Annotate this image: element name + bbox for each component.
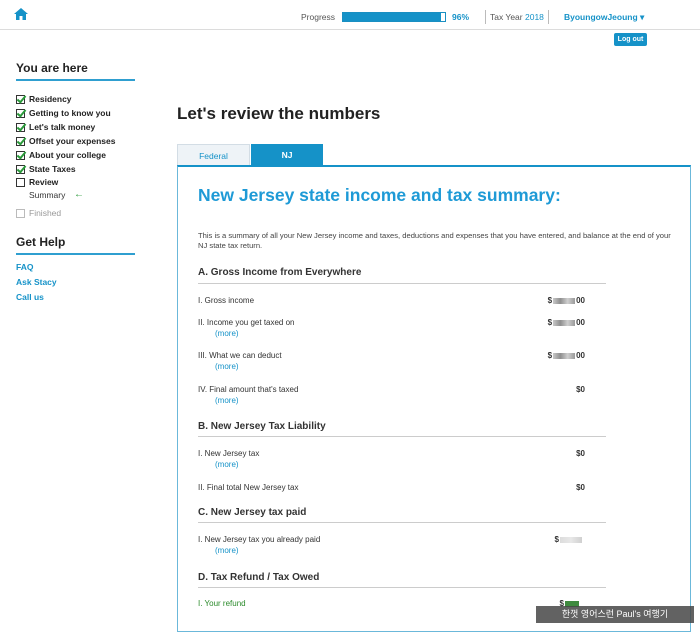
more-link[interactable]: (more) <box>215 546 239 555</box>
redacted-value <box>553 297 576 304</box>
amount-suffix: 00 <box>576 296 585 305</box>
arrow-left-icon: ← <box>74 189 84 200</box>
currency-symbol: $ <box>547 351 553 360</box>
step-label: Let's talk money <box>29 122 96 132</box>
panel-title: New Jersey state income and tax summary: <box>198 185 561 205</box>
more-link[interactable]: (more) <box>215 329 239 338</box>
tax-year-label: Tax Year <box>490 12 523 22</box>
redacted-value <box>553 319 576 326</box>
amount-suffix: 00 <box>576 318 585 327</box>
amount-suffix: 00 <box>576 351 585 360</box>
step-label: About your college <box>29 150 106 160</box>
step-checkbox <box>16 164 25 174</box>
step-label: Offset your expenses <box>29 136 116 146</box>
sidebar-step-item[interactable]: Offset your expenses <box>16 135 115 147</box>
section-heading: A. Gross Income from Everywhere <box>198 267 362 278</box>
summary-line-amount: $0 <box>576 385 585 394</box>
get-help-heading: Get Help <box>16 235 66 249</box>
sidebar-step-item[interactable]: About your college <box>16 149 106 161</box>
currency-symbol: $ <box>547 318 553 327</box>
section-heading: C. New Jersey tax paid <box>198 507 307 518</box>
current-step-summary: Summary <box>29 190 66 200</box>
step-label: Residency <box>29 94 72 104</box>
summary-line-label: I. New Jersey tax you already paid <box>198 535 321 544</box>
step-checkbox <box>16 94 25 104</box>
summary-line-label: II. Income you get taxed on <box>198 318 295 327</box>
top-bar: Progress 96% Tax Year 2018 ByoungowJeoun… <box>0 0 700 30</box>
progress-percent: 96% <box>452 12 470 22</box>
redacted-value <box>560 536 582 543</box>
tab-federal[interactable]: Federal <box>177 144 250 166</box>
sidebar-step-item[interactable]: Getting to know you <box>16 107 111 119</box>
step-label: Finished <box>29 208 62 218</box>
section-heading: B. New Jersey Tax Liability <box>198 421 326 432</box>
summary-panel: New Jersey state income and tax summary:… <box>177 165 691 632</box>
tax-year-value: 2018 <box>525 12 544 22</box>
summary-line-label: I. Gross income <box>198 296 255 305</box>
divider <box>485 10 486 24</box>
sidebar-step-item[interactable]: Let's talk money <box>16 121 95 133</box>
progress-bar-fill <box>343 13 441 21</box>
logout-button[interactable]: Log out <box>614 33 647 46</box>
currency-symbol: $ <box>554 535 559 544</box>
summary-line-amount: $0 <box>576 483 585 492</box>
step-label: Review <box>29 177 59 187</box>
divider <box>198 283 606 284</box>
summary-line-amount: $00 <box>548 351 585 360</box>
help-link-faq[interactable]: FAQ <box>16 262 33 272</box>
divider <box>198 522 606 523</box>
summary-line-label: II. Final total New Jersey tax <box>198 483 299 492</box>
sidebar-step-item[interactable]: Residency <box>16 93 72 105</box>
divider <box>548 10 549 24</box>
sidebar-step-item[interactable]: Finished <box>16 207 61 219</box>
home-icon[interactable] <box>13 7 29 21</box>
user-menu[interactable]: ByoungowJeoung ▾ <box>564 12 644 23</box>
divider <box>16 253 135 255</box>
more-link[interactable]: (more) <box>215 460 239 469</box>
summary-line-label: I. Your refund <box>198 599 246 608</box>
progress-label: Progress <box>301 12 336 22</box>
progress-bar <box>342 12 446 22</box>
summary-line-amount: $ <box>555 535 583 544</box>
redacted-value <box>553 352 576 359</box>
summary-line-label: I. New Jersey tax <box>198 449 260 458</box>
section-heading: D. Tax Refund / Tax Owed <box>198 572 320 583</box>
help-link-call-us[interactable]: Call us <box>16 292 44 302</box>
sidebar-step-item[interactable]: Review <box>16 176 58 188</box>
summary-line-amount: $00 <box>548 296 585 305</box>
more-link[interactable]: (more) <box>215 396 239 405</box>
help-link-ask-stacy[interactable]: Ask Stacy <box>16 277 57 287</box>
summary-line-amount: $0 <box>576 449 585 458</box>
summary-line-label: IV. Final amount that's taxed <box>198 385 299 394</box>
sidebar-step-item[interactable]: State Taxes <box>16 163 76 175</box>
step-checkbox <box>16 177 25 187</box>
step-label: State Taxes <box>29 164 76 174</box>
divider <box>198 587 606 588</box>
step-checkbox <box>16 108 25 118</box>
currency-symbol: $ <box>547 296 553 305</box>
divider <box>198 436 606 437</box>
summary-line-amount: $00 <box>548 318 585 327</box>
you-are-here-heading: You are here <box>16 61 88 75</box>
intro-text: This is a summary of all your New Jersey… <box>198 231 671 250</box>
step-checkbox <box>16 208 25 218</box>
divider <box>16 79 135 81</box>
step-checkbox <box>16 122 25 132</box>
step-checkbox <box>16 150 25 160</box>
step-label: Getting to know you <box>29 108 111 118</box>
page-title: Let's review the numbers <box>177 104 381 123</box>
watermark: 한껏 영어스런 Paul's 여행기 <box>536 606 694 623</box>
summary-line-label: III. What we can deduct <box>198 351 282 360</box>
tab-nj[interactable]: NJ <box>251 144 323 166</box>
more-link[interactable]: (more) <box>215 362 239 371</box>
step-checkbox <box>16 136 25 146</box>
